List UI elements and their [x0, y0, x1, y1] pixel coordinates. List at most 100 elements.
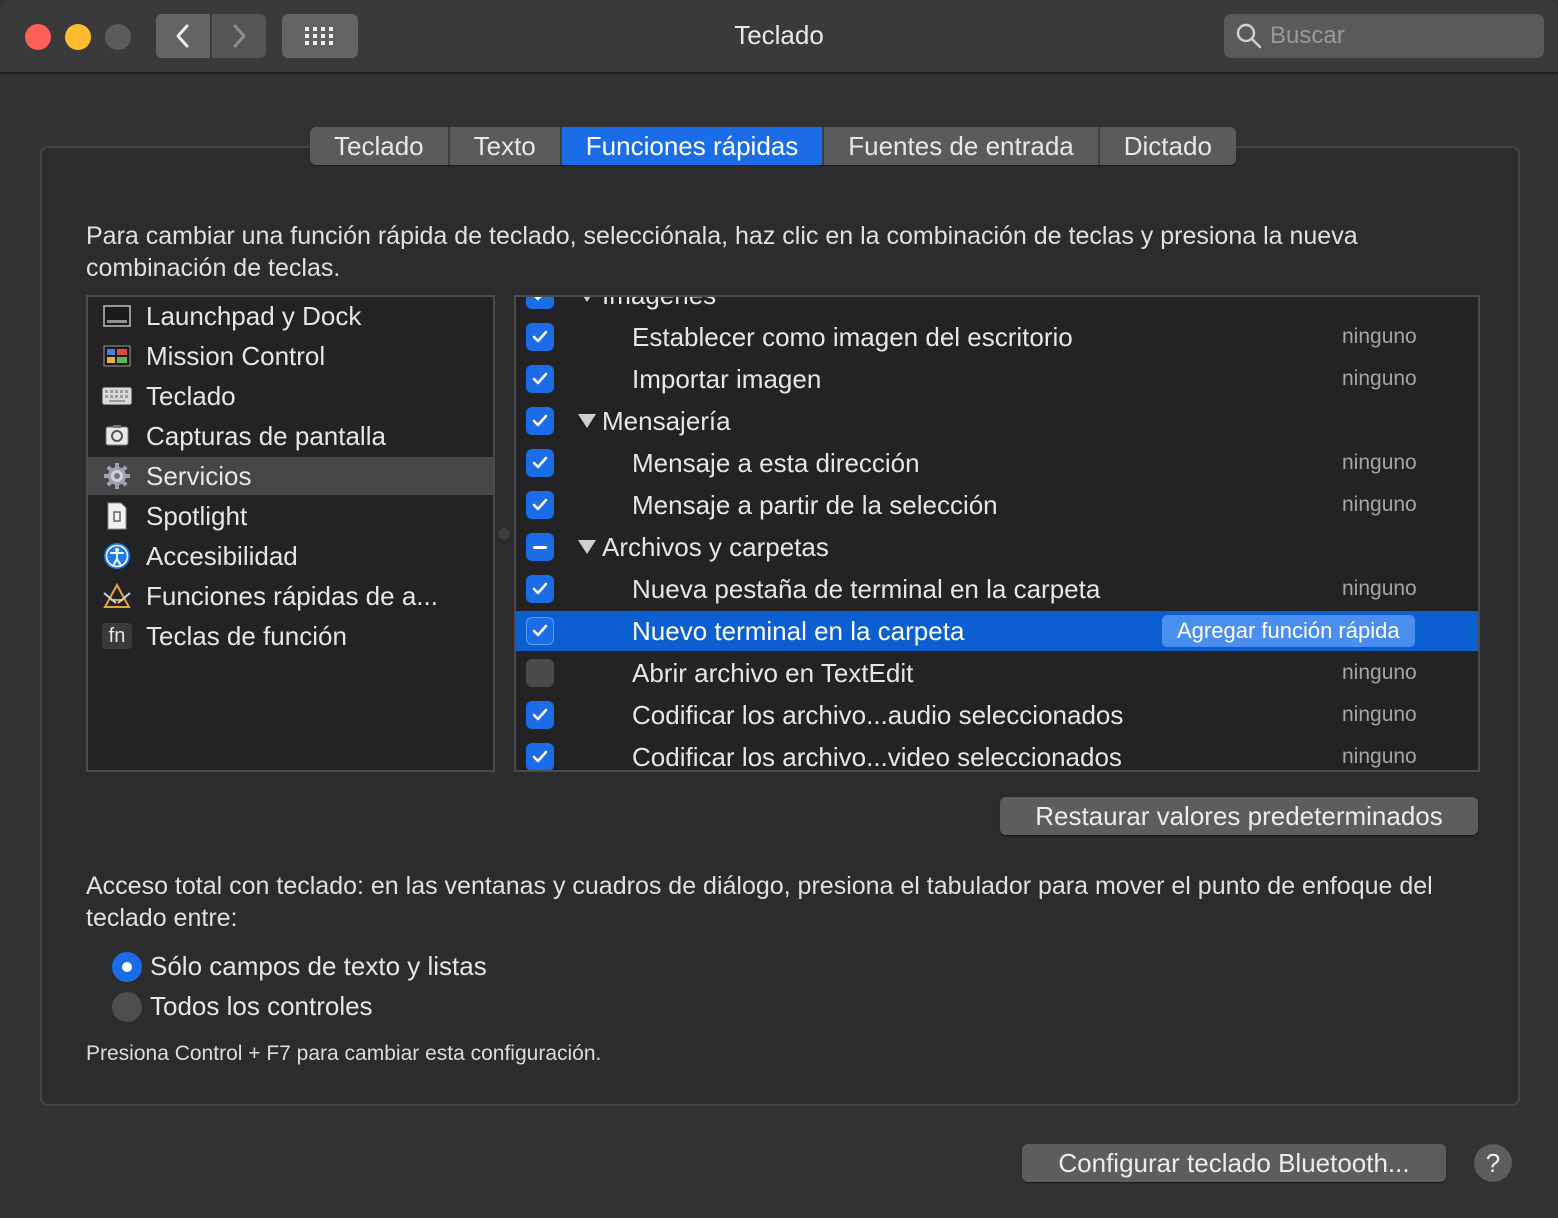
- checkmark-icon: [532, 582, 548, 595]
- checkbox[interactable]: [526, 449, 554, 477]
- shortcut-row[interactable]: Mensaje a esta dirección ninguno: [516, 443, 1478, 483]
- checkmark-icon: [532, 750, 548, 763]
- category-label: Capturas de pantalla: [146, 420, 386, 451]
- shortcut-label: Abrir archivo en TextEdit: [632, 657, 914, 688]
- category-label: Servicios: [146, 460, 252, 491]
- shortcut-key[interactable]: ninguno: [1342, 703, 1417, 727]
- shortcut-label: Mensaje a partir de la selección: [632, 489, 998, 520]
- dash-icon: [533, 545, 547, 549]
- checkbox[interactable]: [526, 365, 554, 393]
- category-item-spotlight[interactable]: Spotlight: [88, 497, 493, 535]
- shortcut-label: Importar imagen: [632, 363, 822, 394]
- shortcut-key[interactable]: ninguno: [1342, 451, 1417, 475]
- category-list: Launchpad y Dock Mission Control Teclado…: [86, 295, 495, 772]
- category-label: Accesibilidad: [146, 540, 298, 571]
- fn-key-icon: fn: [102, 623, 132, 649]
- accessibility-icon: [102, 543, 132, 569]
- shortcut-row[interactable]: Codificar los archivo...audio selecciona…: [516, 695, 1478, 735]
- radio-button-selected[interactable]: [112, 951, 142, 982]
- category-item-teclado[interactable]: Teclado: [88, 377, 493, 415]
- shortcut-key[interactable]: ninguno: [1342, 577, 1417, 601]
- checkbox[interactable]: [526, 743, 554, 770]
- shortcut-key[interactable]: ninguno: [1342, 325, 1417, 349]
- checkmark-icon: [532, 414, 548, 427]
- shortcut-row-selected[interactable]: Nuevo terminal en la carpeta Agregar fun…: [516, 611, 1478, 651]
- shortcut-key[interactable]: ninguno: [1342, 493, 1417, 517]
- checkbox[interactable]: [526, 659, 554, 687]
- keyboard-icon: [102, 383, 132, 409]
- shortcut-label: Establecer como imagen del escritorio: [632, 321, 1073, 352]
- shortcut-label: Codificar los archivo...video selecciona…: [632, 741, 1122, 772]
- radio-text-fields[interactable]: Sólo campos de texto y listas: [112, 951, 487, 982]
- checkmark-icon: [534, 297, 542, 301]
- radio-all-controls[interactable]: Todos los controles: [112, 991, 373, 1022]
- category-label: Launchpad y Dock: [146, 300, 362, 331]
- search-field[interactable]: [1224, 14, 1544, 58]
- add-shortcut-button[interactable]: Agregar función rápida: [1162, 615, 1415, 647]
- shortcut-row[interactable]: Codificar los archivo...video selecciona…: [516, 737, 1478, 772]
- launchpad-icon: [102, 303, 132, 329]
- search-icon: [1236, 23, 1262, 49]
- restore-defaults-button[interactable]: Restaurar valores predeterminados: [1000, 797, 1478, 835]
- category-item-accesibilidad[interactable]: Accesibilidad: [88, 537, 493, 575]
- category-label: Mission Control: [146, 340, 326, 371]
- title-bar: Teclado: [0, 0, 1558, 74]
- tab-teclado[interactable]: Teclado: [310, 127, 450, 165]
- shortcut-list: Imágenes Establecer como imagen del escr…: [514, 295, 1480, 772]
- group-label: Archivos y carpetas: [602, 531, 829, 562]
- checkbox[interactable]: [526, 575, 554, 603]
- tab-texto[interactable]: Texto: [450, 127, 562, 165]
- shortcut-key[interactable]: ninguno: [1342, 745, 1417, 769]
- checkbox-mixed[interactable]: [526, 533, 554, 561]
- keyboard-preferences-window: Teclado Teclado Texto Funciones rápidas …: [0, 0, 1558, 1218]
- checkbox[interactable]: [526, 407, 554, 435]
- search-input[interactable]: [1270, 22, 1530, 50]
- group-label: Mensajería: [602, 405, 731, 436]
- category-label: Teclado: [146, 380, 236, 411]
- instructions-text: Para cambiar una función rápida de tecla…: [86, 222, 1358, 282]
- shortcut-group-archivos[interactable]: Archivos y carpetas: [516, 527, 1478, 567]
- disclosure-triangle-icon[interactable]: [578, 297, 596, 302]
- category-label: Funciones rápidas de a...: [146, 580, 438, 611]
- category-item-servicios[interactable]: Servicios: [88, 457, 493, 495]
- shortcut-row[interactable]: Establecer como imagen del escritorio ni…: [516, 317, 1478, 357]
- radio-button[interactable]: [112, 991, 142, 1022]
- category-item-mission-control[interactable]: Mission Control: [88, 337, 493, 375]
- checkbox[interactable]: [526, 491, 554, 519]
- checkmark-icon: [532, 624, 548, 637]
- group-label: Imágenes: [602, 297, 716, 311]
- checkmark-icon: [532, 330, 548, 343]
- shortcut-row[interactable]: Importar imagen ninguno: [516, 359, 1478, 399]
- category-item-funciones-apps[interactable]: Funciones rápidas de a...: [88, 577, 493, 615]
- help-button[interactable]: ?: [1474, 1144, 1512, 1182]
- checkbox[interactable]: [526, 323, 554, 351]
- screenshot-icon: [102, 423, 132, 449]
- shortcut-group-mensajeria[interactable]: Mensajería: [516, 401, 1478, 441]
- category-label: Spotlight: [146, 500, 248, 531]
- category-item-launchpad[interactable]: Launchpad y Dock: [88, 297, 493, 335]
- bluetooth-keyboard-button[interactable]: Configurar teclado Bluetooth...: [1022, 1144, 1446, 1182]
- checkbox[interactable]: [526, 701, 554, 729]
- shortcut-group-imagenes[interactable]: Imágenes: [516, 297, 1478, 315]
- tab-funciones-rapidas[interactable]: Funciones rápidas: [561, 127, 825, 165]
- checkbox[interactable]: [526, 617, 554, 645]
- shortcut-label: Mensaje a esta dirección: [632, 447, 920, 478]
- shortcut-key[interactable]: ninguno: [1342, 661, 1417, 685]
- shortcut-row[interactable]: Mensaje a partir de la selección ninguno: [516, 485, 1478, 525]
- shortcut-row[interactable]: Abrir archivo en TextEdit ninguno: [516, 653, 1478, 693]
- spotlight-icon: [102, 502, 132, 530]
- shortcut-row[interactable]: Nueva pestaña de terminal en la carpeta …: [516, 569, 1478, 609]
- category-label: Teclas de función: [146, 620, 347, 651]
- shortcut-label: Nuevo terminal en la carpeta: [632, 615, 965, 646]
- checkbox[interactable]: [526, 297, 554, 309]
- category-item-teclas-funcion[interactable]: fn Teclas de función: [88, 617, 493, 655]
- tab-fuentes-de-entrada[interactable]: Fuentes de entrada: [824, 127, 1100, 165]
- disclosure-triangle-icon[interactable]: [578, 540, 596, 554]
- checkmark-icon: [532, 498, 548, 511]
- split-view-divider[interactable]: [498, 528, 510, 540]
- shortcut-key[interactable]: ninguno: [1342, 367, 1417, 391]
- category-item-capturas[interactable]: Capturas de pantalla: [88, 417, 493, 455]
- disclosure-triangle-icon[interactable]: [578, 414, 596, 428]
- tab-dictado[interactable]: Dictado: [1100, 127, 1236, 165]
- shortcut-label: Nueva pestaña de terminal en la carpeta: [632, 573, 1101, 604]
